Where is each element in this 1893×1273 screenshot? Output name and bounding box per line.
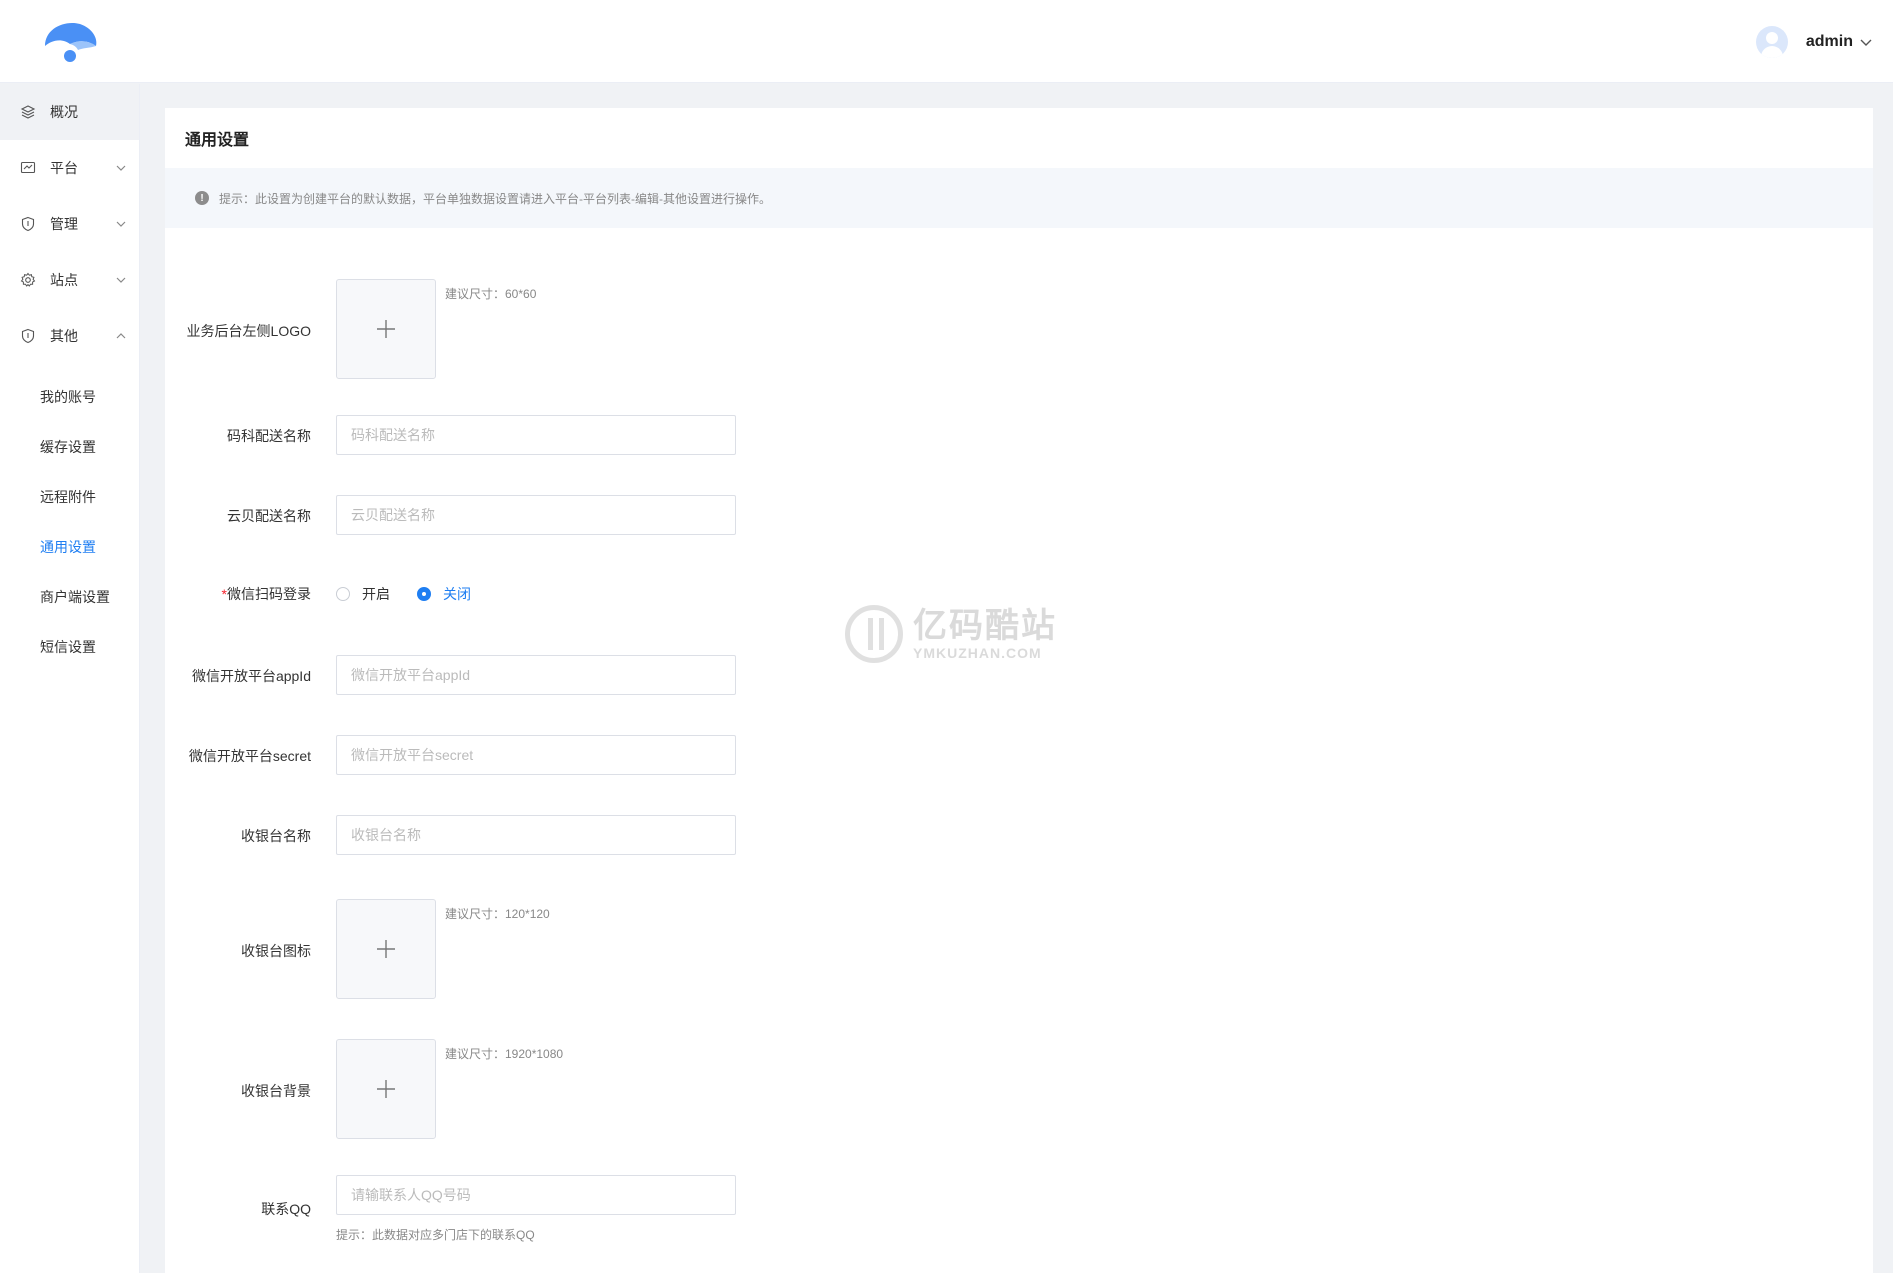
plus-icon (377, 940, 395, 958)
sidebar-subitem-general-settings[interactable]: 通用设置 (0, 522, 139, 572)
sidebar-item-label: 概况 (50, 104, 78, 120)
chevron-down-icon (116, 221, 126, 227)
plus-icon (377, 1080, 395, 1098)
sidebar-subitem-cache-settings[interactable]: 缓存设置 (0, 422, 139, 472)
logo-size-hint: 建议尺寸：60*60 (445, 287, 537, 301)
sidebar: 概况 平台 管理 站点 其他 我的账号 缓存设置 远程附件 通用设置 商户端设置… (0, 84, 140, 1273)
plus-icon (377, 320, 395, 338)
sidebar-item-overview[interactable]: 概况 (0, 84, 139, 140)
wechat-appid-label: 微信开放平台appId (191, 668, 311, 684)
tip-bar: ! 提示：此设置为创建平台的默认数据，平台单独数据设置请进入平台-平台列表-编辑… (165, 168, 1873, 228)
cashier-bg-upload[interactable] (336, 1039, 436, 1139)
cashier-icon-upload[interactable] (336, 899, 436, 999)
brand-logo[interactable] (40, 18, 100, 68)
sidebar-item-label: 平台 (50, 160, 78, 176)
username[interactable]: admin (1806, 33, 1853, 51)
chevron-down-icon[interactable] (1859, 35, 1873, 49)
chevron-down-icon (116, 277, 126, 283)
contact-qq-hint: 提示：此数据对应多门店下的联系QQ (336, 1228, 535, 1242)
form-row-cashier-bg: 收银台背景 建议尺寸：1920*1080 (165, 1039, 1065, 1139)
watermark-logo-icon (845, 605, 903, 663)
yunbei-name-input[interactable] (336, 495, 736, 535)
chart-icon (20, 161, 36, 174)
contact-qq-input[interactable] (336, 1175, 736, 1215)
wechat-appid-input[interactable] (336, 655, 736, 695)
sidebar-item-manage[interactable]: 管理 (0, 196, 139, 252)
form-row-yunbei-name: 云贝配送名称 (165, 495, 1065, 535)
gear-icon (20, 272, 36, 287)
sidebar-item-label: 站点 (50, 272, 78, 288)
sidebar-subitem-merchant-settings[interactable]: 商户端设置 (0, 572, 139, 622)
chevron-down-icon (116, 165, 126, 171)
logo-label: 业务后台左侧LOGO (186, 323, 311, 339)
sidebar-subitem-my-account[interactable]: 我的账号 (0, 372, 139, 422)
shield-icon (21, 216, 35, 232)
watermark-cn: 亿码酷站 (913, 607, 1057, 645)
yunbei-name-label: 云贝配送名称 (227, 508, 311, 524)
cashier-name-input[interactable] (336, 815, 736, 855)
main-panel: 通用设置 ! 提示：此设置为创建平台的默认数据，平台单独数据设置请进入平台-平台… (165, 108, 1873, 1273)
cashier-bg-size-hint: 建议尺寸：1920*1080 (445, 1047, 564, 1061)
form-row-logo: 业务后台左侧LOGO 建议尺寸：60*60 (165, 279, 1065, 379)
maker-name-input[interactable] (336, 415, 736, 455)
sidebar-subitem-remote-attachments[interactable]: 远程附件 (0, 472, 139, 522)
radio-circle[interactable] (336, 587, 350, 601)
form-row-maker-name: 码科配送名称 (165, 415, 1065, 455)
cashier-icon-label: 收银台图标 (241, 943, 311, 959)
watermark-en: YMKUZHAN.COM (913, 645, 1042, 661)
page-title: 通用设置 (185, 132, 250, 149)
cashier-bg-label: 收银台背景 (241, 1083, 311, 1099)
wechat-login-label-text: 微信扫码登录 (227, 586, 311, 602)
tip-text: 提示：此设置为创建平台的默认数据，平台单独数据设置请进入平台-平台列表-编辑-其… (219, 191, 771, 206)
chevron-up-icon (116, 333, 126, 339)
contact-qq-label: 联系QQ (261, 1201, 311, 1217)
watermark: 亿码酷站 YMKUZHAN.COM (845, 605, 1057, 663)
wechat-login-off-radio[interactable]: 关闭 (417, 584, 471, 604)
form-row-wechat-login: *微信扫码登录 开启 关闭 (165, 577, 1065, 607)
shield-icon (21, 328, 35, 344)
cashier-icon-size-hint: 建议尺寸：120*120 (445, 907, 550, 921)
sidebar-item-platform[interactable]: 平台 (0, 140, 139, 196)
logo-upload[interactable] (336, 279, 436, 379)
wechat-login-label: *微信扫码登录 (165, 584, 311, 604)
user-menu[interactable]: admin (1755, 26, 1873, 58)
wechat-secret-input[interactable] (336, 735, 736, 775)
layers-icon (20, 105, 36, 119)
sidebar-subitem-sms-settings[interactable]: 短信设置 (0, 622, 139, 672)
wechat-login-on-radio[interactable]: 开启 (336, 584, 390, 604)
avatar[interactable] (1755, 26, 1788, 58)
wechat-secret-label: 微信开放平台secret (188, 748, 311, 764)
sidebar-submenu: 我的账号 缓存设置 远程附件 通用设置 商户端设置 短信设置 (0, 364, 139, 672)
sidebar-item-label: 其他 (50, 328, 78, 344)
top-bar: admin (0, 0, 1893, 83)
sidebar-item-other[interactable]: 其他 (0, 308, 139, 364)
radio-circle[interactable] (417, 587, 431, 601)
form-row-cashier-name: 收银台名称 (165, 815, 1065, 855)
radio-label: 关闭 (443, 586, 471, 602)
cashier-name-label: 收银台名称 (241, 828, 311, 844)
info-icon: ! (195, 191, 209, 205)
form-row-cashier-icon: 收银台图标 建议尺寸：120*120 (165, 899, 1065, 999)
form-row-wechat-secret: 微信开放平台secret (165, 735, 1065, 775)
radio-label: 开启 (362, 586, 390, 602)
form-row-contact-qq: 联系QQ 提示：此数据对应多门店下的联系QQ (165, 1175, 1065, 1245)
sidebar-item-site[interactable]: 站点 (0, 252, 139, 308)
sidebar-item-label: 管理 (50, 216, 78, 232)
maker-name-label: 码科配送名称 (227, 428, 311, 444)
